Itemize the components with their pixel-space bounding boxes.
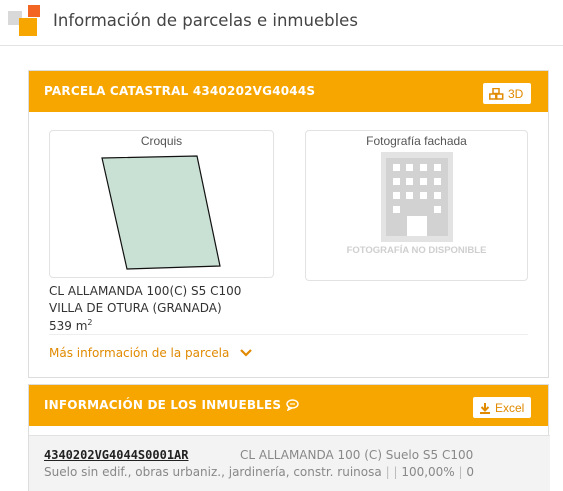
photo-unavailable-text: FOTOGRAFÍA NO DISPONIBLE bbox=[346, 245, 487, 256]
inmuebles-title: INFORMACIÓN DE LOS INMUEBLES bbox=[44, 398, 299, 412]
parcela-panel-header: PARCELA CATASTRAL 4340202VG4044S 3D bbox=[29, 71, 548, 112]
more-info-link[interactable]: Más información de la parcela bbox=[49, 346, 253, 360]
parcel-address-line2: VILLA DE OTURA (GRANADA) bbox=[49, 301, 222, 315]
parcela-title: PARCELA CATASTRAL 4340202VG4044S bbox=[44, 84, 316, 98]
excel-button-label: Excel bbox=[495, 400, 525, 415]
divider bbox=[49, 334, 528, 335]
3d-view-button[interactable]: 3D bbox=[483, 83, 531, 104]
inmuebles-panel: INFORMACIÓN DE LOS INMUEBLES Excel 43402… bbox=[28, 384, 550, 491]
inmuebles-title-label: INFORMACIÓN DE LOS INMUEBLES bbox=[44, 398, 282, 412]
croquis-box[interactable]: Croquis bbox=[49, 130, 274, 278]
inmueble-details: Suelo sin edif., obras urbaniz., jardine… bbox=[44, 465, 474, 479]
page-title: Información de parcelas e inmuebles bbox=[53, 11, 358, 30]
parcela-panel: PARCELA CATASTRAL 4340202VG4044S 3D Croq… bbox=[28, 70, 549, 378]
separator: | bbox=[385, 465, 390, 479]
parcel-shape bbox=[101, 155, 221, 270]
inmueble-ref-link[interactable]: 4340202VG4044S0001AR bbox=[44, 448, 189, 462]
inmueble-percent: 100,00% bbox=[401, 465, 455, 479]
comment-icon[interactable] bbox=[286, 399, 299, 411]
download-icon bbox=[480, 402, 490, 414]
inmuebles-panel-header: INFORMACIÓN DE LOS INMUEBLES Excel bbox=[29, 385, 548, 426]
parcel-area-unit: 2 bbox=[87, 318, 93, 327]
more-info-label: Más información de la parcela bbox=[49, 346, 230, 360]
parcel-address-line1: CL ALLAMANDA 100(C) S5 C100 bbox=[49, 284, 242, 298]
separator: | bbox=[458, 465, 463, 479]
inmueble-address: CL ALLAMANDA 100 (C) Suelo S5 C100 bbox=[240, 448, 474, 462]
catastro-logo-icon bbox=[8, 5, 40, 39]
fachada-box: Fotografía fachada FOTOGRAFÍA NO DISPONI… bbox=[305, 130, 528, 281]
inmueble-row[interactable]: 4340202VG4044S0001AR CL ALLAMANDA 100 (C… bbox=[29, 435, 550, 491]
parcel-area: 539 m2 bbox=[49, 318, 93, 333]
parcel-area-value: 539 m bbox=[49, 319, 88, 333]
cubes-icon bbox=[489, 87, 504, 100]
parcel-sketch bbox=[101, 155, 221, 270]
3d-button-label: 3D bbox=[508, 86, 524, 101]
inmueble-use: Suelo sin edif., obras urbaniz., jardine… bbox=[44, 465, 382, 479]
app-header: Información de parcelas e inmuebles bbox=[0, 0, 563, 46]
chevron-down-icon bbox=[240, 349, 253, 357]
excel-export-button[interactable]: Excel bbox=[473, 397, 531, 418]
building-placeholder-icon bbox=[381, 152, 453, 242]
inmueble-count: 0 bbox=[466, 465, 475, 479]
separator: | bbox=[393, 465, 398, 479]
fachada-label: Fotografía fachada bbox=[366, 134, 467, 148]
